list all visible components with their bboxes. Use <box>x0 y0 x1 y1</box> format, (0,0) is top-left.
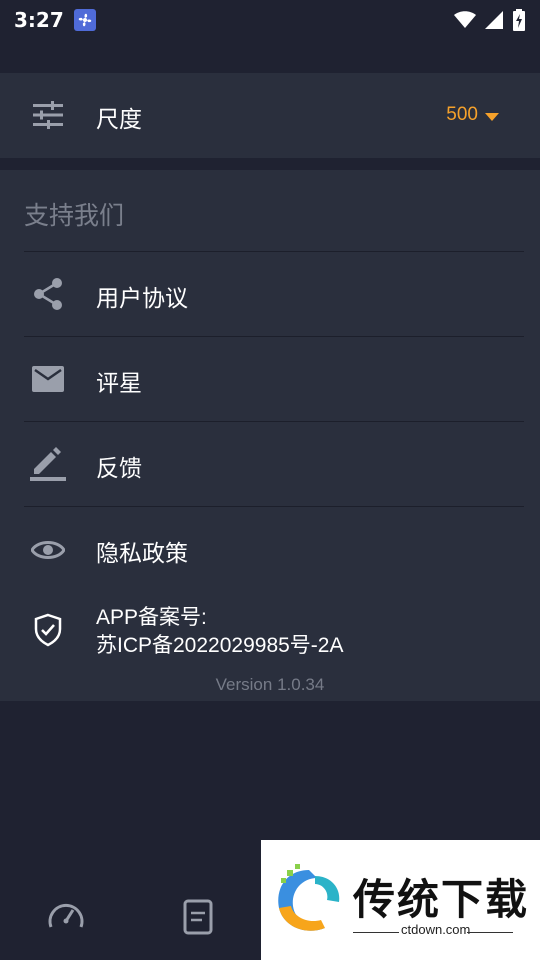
chevron-down-icon[interactable] <box>485 113 499 121</box>
watermark-divider <box>353 932 399 933</box>
support-card: 支持我们 用户协议 评星 反馈 隐私政策 APP备案号: 苏ICP备202202… <box>0 170 540 701</box>
ctdown-logo-icon <box>278 864 340 931</box>
feedback-label: 反馈 <box>96 456 142 482</box>
version-text: Version 1.0.34 <box>215 675 325 694</box>
scale-card: 尺度 500 <box>0 73 540 158</box>
icp-line-1: APP备案号: <box>96 606 207 629</box>
document-icon[interactable] <box>180 897 220 937</box>
scale-label: 尺度 <box>96 107 142 133</box>
status-bar: 3:27 <box>0 0 540 40</box>
watermark: 传统下载 ctdown.com <box>261 840 540 960</box>
eye-icon <box>30 532 66 568</box>
status-time: 3:27 <box>14 8 64 32</box>
privacy-row[interactable]: 隐私政策 <box>0 507 540 592</box>
user-agreement-label: 用户协议 <box>96 286 188 312</box>
watermark-divider <box>467 932 513 933</box>
mail-icon <box>30 361 66 397</box>
edit-icon <box>30 444 66 481</box>
section-title: 支持我们 <box>24 201 125 230</box>
scale-row[interactable]: 尺度 500 <box>0 73 540 158</box>
speedometer-icon[interactable] <box>46 897 86 937</box>
signal-icon <box>485 11 503 29</box>
fan-app-icon <box>73 9 96 31</box>
watermark-site: ctdown.com <box>401 922 471 937</box>
watermark-title: 传统下载 <box>353 875 530 924</box>
wifi-icon <box>454 11 476 28</box>
icp-line-2: 苏ICP备2022029985号-2A <box>96 634 344 657</box>
tune-icon <box>30 97 66 133</box>
rate-row[interactable]: 评星 <box>0 337 540 422</box>
privacy-label: 隐私政策 <box>96 541 188 567</box>
battery-icon <box>513 9 525 31</box>
icp-row: APP备案号: 苏ICP备2022029985号-2A <box>0 592 540 667</box>
scale-value[interactable]: 500 <box>446 104 478 126</box>
shield-icon <box>30 612 66 648</box>
status-icons <box>454 9 526 31</box>
feedback-row[interactable]: 反馈 <box>0 422 540 507</box>
rate-label: 评星 <box>96 371 142 397</box>
user-agreement-row[interactable]: 用户协议 <box>0 252 540 337</box>
share-icon <box>30 276 66 312</box>
